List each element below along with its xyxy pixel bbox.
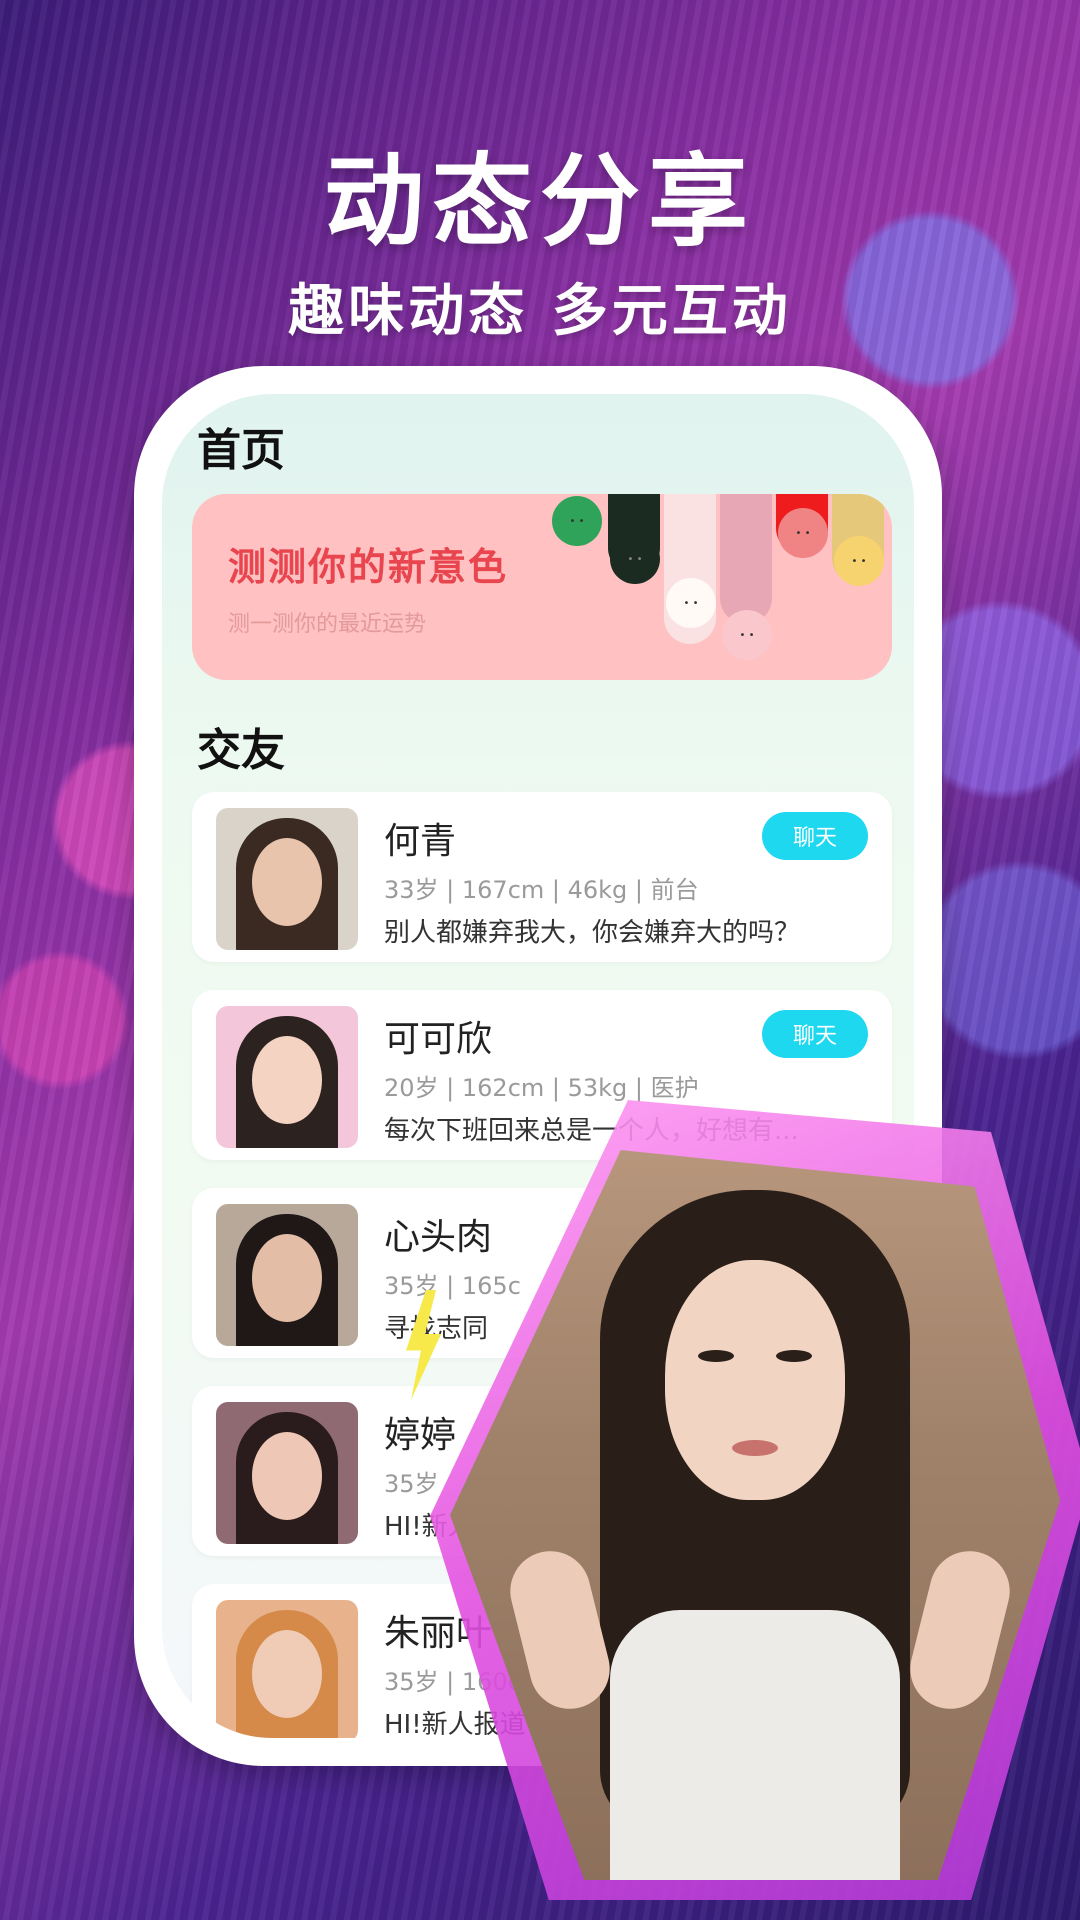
fortune-test-banner[interactable]: 测测你的新意色 测一测你的最近运势 • • • • • • • • • • • … <box>192 494 892 680</box>
avatar-face <box>252 1630 322 1718</box>
chat-button[interactable]: 聊天 <box>762 812 868 860</box>
avatar-face <box>252 1432 322 1520</box>
smiley-ball-icon: • • <box>552 496 602 546</box>
smiley-ball-icon: • • <box>610 534 660 584</box>
friend-name: 婷婷 <box>384 1415 457 1456</box>
portrait-eye <box>698 1350 734 1362</box>
banner-title: 测测你的新意色 <box>228 545 509 589</box>
decor-pill <box>720 494 772 624</box>
smiley-ball-icon: • • <box>778 508 828 558</box>
friend-meta: 20岁 | 162cm | 53kg | 医护 <box>384 1074 699 1102</box>
friend-name: 何青 <box>384 821 457 862</box>
avatar-face <box>252 1234 322 1322</box>
smiley-ball-icon: • • <box>722 610 772 660</box>
friend-name: 可可欣 <box>384 1019 493 1060</box>
avatar[interactable] <box>216 1402 358 1544</box>
portrait-face <box>665 1260 845 1500</box>
friend-bio: 别人都嫌弃我大，你会嫌弃大的吗？ <box>384 918 801 948</box>
friend-card[interactable]: 何青 33岁 | 167cm | 46kg | 前台 别人都嫌弃我大，你会嫌弃大… <box>192 792 892 962</box>
avatar[interactable] <box>216 1204 358 1346</box>
hero-title: 动态分享 <box>324 143 756 260</box>
smiley-ball-icon: • • <box>666 578 716 628</box>
portrait-lips <box>732 1440 778 1456</box>
chat-button[interactable]: 聊天 <box>762 1010 868 1058</box>
avatar[interactable] <box>216 1006 358 1148</box>
promo-canvas: 动态分享 趣味动态 多元互动 首页 测测你的新意色 测一测你的最近运势 • • … <box>0 0 1080 1920</box>
friends-section-title: 交友 <box>197 725 285 776</box>
friend-meta: 35岁 | 165c <box>384 1272 521 1300</box>
avatar-face <box>252 838 322 926</box>
friend-meta: 35岁 <box>384 1470 439 1498</box>
smiley-ball-icon: • • <box>834 536 884 586</box>
hero-subtitle: 趣味动态 多元互动 <box>288 279 792 344</box>
friend-name: 心头肉 <box>384 1217 493 1258</box>
portrait-top <box>610 1610 900 1880</box>
home-section-title: 首页 <box>197 425 285 476</box>
friend-meta: 33岁 | 167cm | 46kg | 前台 <box>384 876 699 904</box>
banner-subtitle: 测一测你的最近运势 <box>228 612 427 637</box>
avatar[interactable] <box>216 1600 358 1738</box>
portrait-eye <box>776 1350 812 1362</box>
avatar-face <box>252 1036 322 1124</box>
avatar[interactable] <box>216 808 358 950</box>
